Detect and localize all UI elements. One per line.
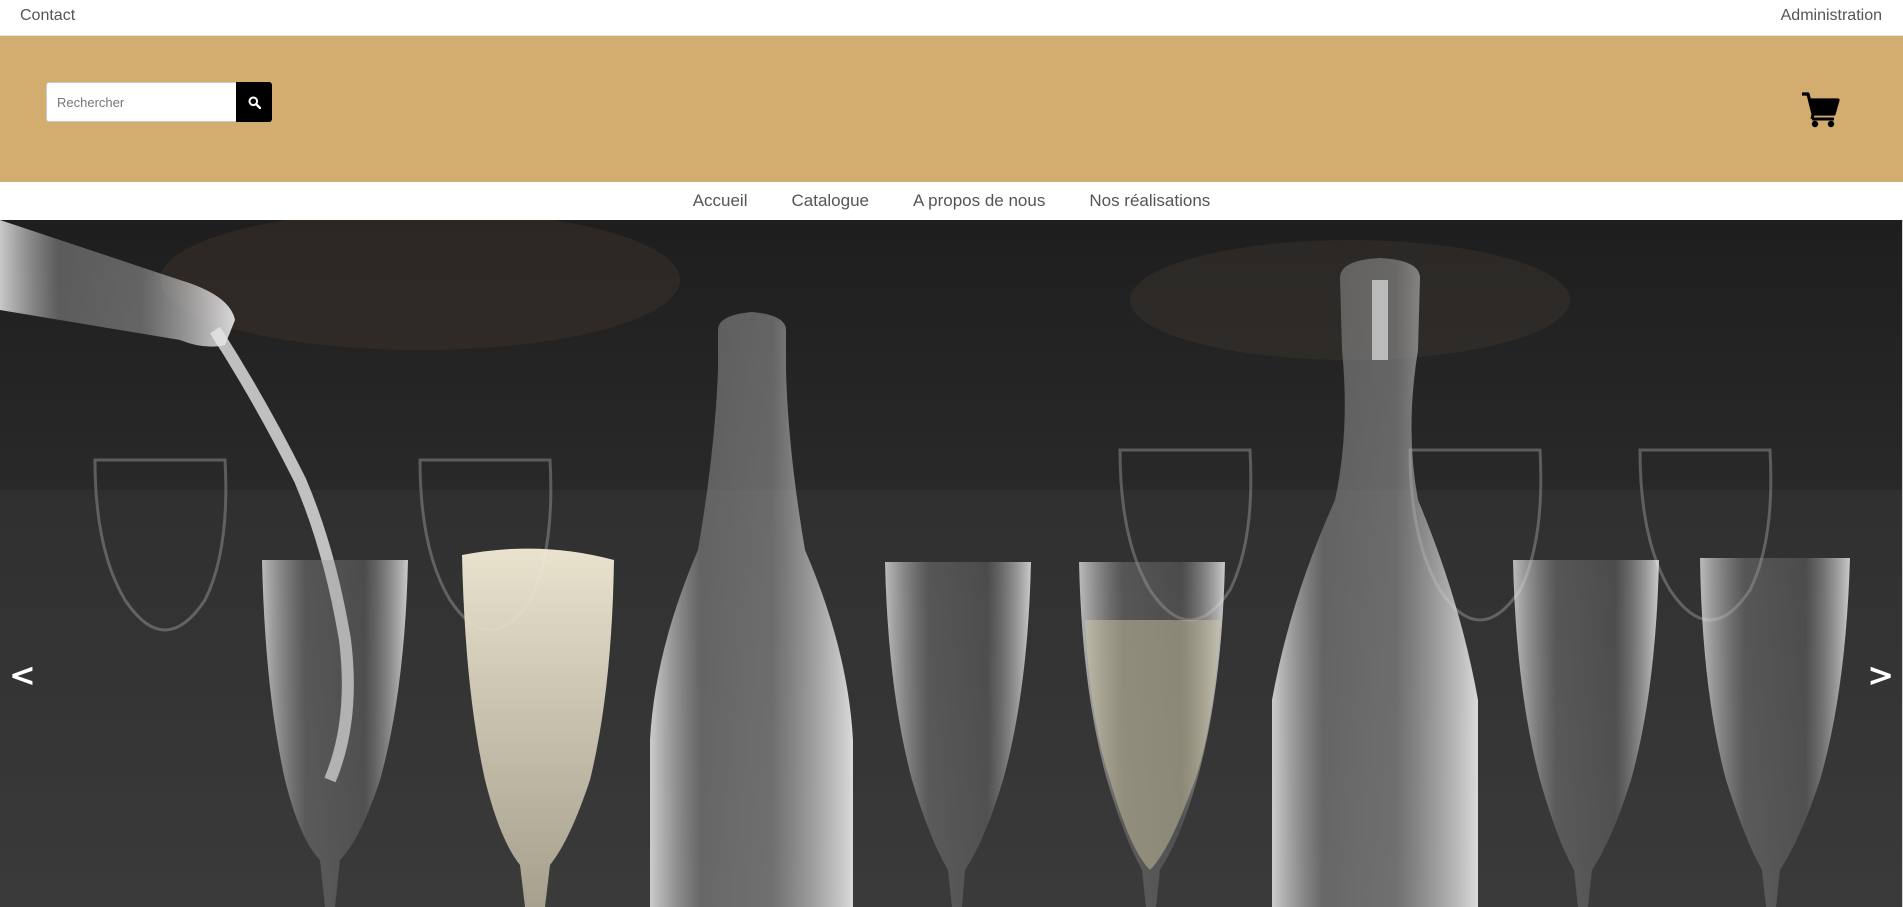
cart-button[interactable]: [1800, 90, 1840, 128]
carousel-next-button[interactable]: >: [1867, 656, 1894, 694]
nav-item-a-propos[interactable]: A propos de nous: [891, 182, 1067, 220]
carousel-image: [0, 220, 1903, 907]
hero-carousel: < >: [0, 220, 1903, 907]
search-input[interactable]: [46, 82, 236, 122]
shopping-cart-icon: [1802, 92, 1840, 128]
main-nav: Accueil Catalogue A propos de nous Nos r…: [0, 182, 1903, 220]
contact-link[interactable]: Contact: [20, 7, 75, 25]
administration-link[interactable]: Administration: [1781, 7, 1882, 25]
search-form: [46, 82, 272, 122]
nav-item-catalogue[interactable]: Catalogue: [770, 182, 892, 220]
header-banner: [0, 36, 1903, 182]
search-button[interactable]: [236, 82, 272, 122]
nav-item-accueil[interactable]: Accueil: [671, 182, 770, 220]
carousel-prev-button[interactable]: <: [9, 656, 36, 694]
search-icon: [248, 96, 261, 109]
top-bar: Contact Administration: [0, 0, 1903, 36]
nav-item-realisations[interactable]: Nos réalisations: [1067, 182, 1232, 220]
